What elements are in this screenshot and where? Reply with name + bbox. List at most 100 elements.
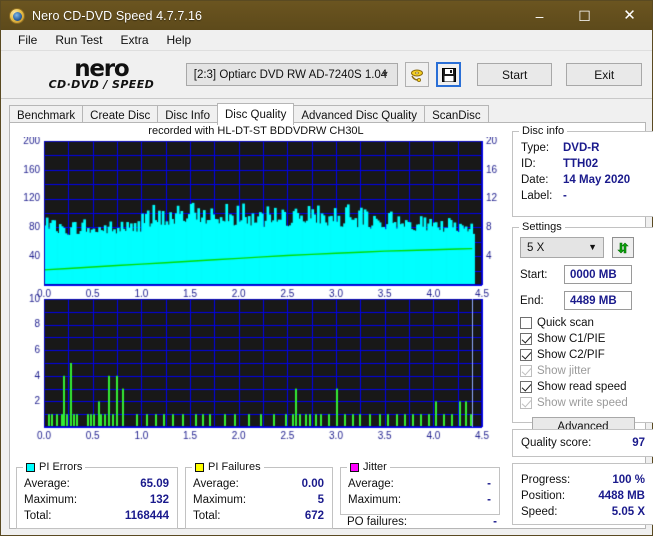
position-value: 4488 MB <box>598 490 645 502</box>
po-failures-label: PO failures: <box>347 516 408 528</box>
eject-disc-button[interactable] <box>404 62 430 87</box>
jitter-average-value: - <box>487 478 491 490</box>
speed-select[interactable]: 5 X ▼ <box>520 237 604 258</box>
disc-quality-panel: recorded with HL-DT-ST BDDVDRW CH30L Dis… <box>9 122 653 529</box>
jitter-maximum-label: Maximum: <box>348 494 402 506</box>
pi-errors-average-value: 65.09 <box>140 478 169 490</box>
show-read-speed-checkbox[interactable] <box>520 381 532 393</box>
pi-errors-total-value: 1168444 <box>124 510 169 522</box>
disc-date-value: 14 May 2020 <box>563 174 631 186</box>
pi-failures-average-row: Average: 0.00 <box>193 476 324 492</box>
quality-score-value: 97 <box>632 437 645 449</box>
disc-id-label: ID: <box>521 158 536 170</box>
jitter-group: Jitter Average: - Maximum: - <box>340 461 500 515</box>
close-button[interactable]: ✕ <box>607 1 652 30</box>
pi-errors-caption-text: PI Errors <box>39 461 83 473</box>
pi-failures-color-swatch <box>195 462 204 472</box>
po-failures-row: PO failures: - <box>347 516 497 528</box>
pi-errors-maximum-value: 132 <box>149 494 169 506</box>
menu-item-run-test[interactable]: Run Test <box>46 31 111 50</box>
show-c1-pie-label: Show C1/PIE <box>537 333 606 345</box>
quick-scan-label: Quick scan <box>537 317 594 329</box>
pi-errors-maximum-row: Maximum: 132 <box>24 492 169 508</box>
logo-line-1: nero <box>74 55 130 82</box>
start-field-row: Start: 0000 MB <box>520 265 646 284</box>
start-label: Start: <box>520 268 548 281</box>
progress-group: Progress: 100 % Position: 4488 MB Speed:… <box>512 463 653 525</box>
speed-label: Speed: <box>521 506 558 518</box>
window-title: Nero CD-DVD Speed 4.7.7.16 <box>32 8 203 23</box>
window-controls: – ☐ ✕ <box>517 1 652 30</box>
title-bar: Nero CD-DVD Speed 4.7.7.16 – ☐ ✕ <box>1 1 652 30</box>
end-field-row: End: 4489 MB <box>520 291 646 310</box>
quality-score-label: Quality score: <box>521 437 592 449</box>
exit-button[interactable]: Exit <box>566 63 643 86</box>
refresh-arrows-icon <box>617 242 629 253</box>
maximize-button[interactable]: ☐ <box>562 1 607 30</box>
progress-value: 100 % <box>612 474 645 486</box>
start-input[interactable]: 0000 MB <box>564 265 632 284</box>
pi-failures-group: PI Failures Average: 0.00 Maximum: 5 Tot… <box>185 461 333 529</box>
toolbar: nero CD·DVD ∕ SPEED [2:3] Optiarc DVD RW… <box>1 51 652 99</box>
pi-failures-total-row: Total: 672 <box>193 508 324 524</box>
pi-failures-caption-text: PI Failures <box>208 461 261 473</box>
disc-type-label: Type: <box>521 142 550 154</box>
pi-failures-maximum-row: Maximum: 5 <box>193 492 324 508</box>
menu-item-help[interactable]: Help <box>158 31 201 50</box>
chevron-down-icon: ▼ <box>380 68 390 79</box>
pi-failures-total-label: Total: <box>193 510 221 522</box>
minimize-button[interactable]: – <box>517 1 562 30</box>
pi-failures-average-label: Average: <box>193 478 239 490</box>
quick-scan-checkbox[interactable] <box>520 317 532 329</box>
pi-failures-average-value: 0.00 <box>301 478 324 490</box>
logo-line-2: CD·DVD ∕ SPEED <box>48 77 155 91</box>
settings-caption: Settings <box>519 221 565 233</box>
save-floppy-icon <box>441 67 456 82</box>
pi-failures-caption: PI Failures <box>192 461 264 473</box>
charts-area: recorded with HL-DT-ST BDDVDRW CH30L <box>10 123 502 463</box>
show-c2-pif-checkbox[interactable] <box>520 349 532 361</box>
menu-item-extra[interactable]: Extra <box>111 31 157 50</box>
disc-type-value: DVD-R <box>563 142 600 154</box>
speed-select-value: 5 X <box>527 241 545 254</box>
settings-group: Settings 5 X ▼ Start: 0000 MB End: 4489 … <box>512 221 653 437</box>
pi-failures-maximum-label: Maximum: <box>193 494 247 506</box>
jitter-caption-text: Jitter <box>363 461 387 473</box>
pi-errors-total-row: Total: 1168444 <box>24 508 169 524</box>
app-window: Nero CD-DVD Speed 4.7.7.16 – ☐ ✕ File Ru… <box>0 0 653 536</box>
nero-disc-icon <box>9 7 25 24</box>
quality-score-group: Quality score: 97 <box>512 429 653 457</box>
disc-label-value: - <box>563 190 567 202</box>
speed-row: Speed: 5.05 X <box>521 504 645 520</box>
jitter-average-row: Average: - <box>348 476 491 492</box>
disc-info-row-label: Label: - <box>521 188 645 204</box>
drive-select[interactable]: [2:3] Optiarc DVD RW AD-7240S 1.04 ▼ <box>185 63 398 86</box>
tab-disc-quality[interactable]: Disc Quality <box>217 103 295 125</box>
pi-errors-group: PI Errors Average: 65.09 Maximum: 132 To… <box>16 461 178 529</box>
disc-info-row-type: Type: DVD-R <box>521 140 645 156</box>
position-label: Position: <box>521 490 566 502</box>
end-input[interactable]: 4489 MB <box>564 291 632 310</box>
show-c1-pie-checkbox[interactable] <box>520 333 532 345</box>
checkbox-row-show-c1-pie[interactable]: Show C1/PIE <box>520 333 646 345</box>
refresh-button[interactable] <box>612 237 634 258</box>
start-button[interactable]: Start <box>476 63 553 86</box>
disc-label-label: Label: <box>521 190 553 202</box>
po-failures-value: - <box>493 516 497 528</box>
disc-id-value: TTH02 <box>563 158 599 170</box>
quality-score-row: Quality score: 97 <box>521 435 645 451</box>
position-row: Position: 4488 MB <box>521 488 645 504</box>
checkbox-row-show-read-speed[interactable]: Show read speed <box>520 381 646 393</box>
show-write-speed-label: Show write speed <box>537 397 628 409</box>
jitter-average-label: Average: <box>348 478 394 490</box>
jitter-color-swatch <box>350 462 359 472</box>
nero-logo: nero CD·DVD ∕ SPEED <box>33 55 170 91</box>
drive-select-value: [2:3] Optiarc DVD RW AD-7240S 1.04 <box>193 68 388 81</box>
checkbox-row-show-c2-pif[interactable]: Show C2/PIF <box>520 349 646 361</box>
checkbox-row-quick-scan[interactable]: Quick scan <box>520 317 646 329</box>
save-results-button[interactable] <box>436 62 461 87</box>
chart-title: recorded with HL-DT-ST BDDVDRW CH30L <box>148 125 364 137</box>
pi-errors-average-label: Average: <box>24 478 70 490</box>
end-label: End: <box>520 294 544 307</box>
menu-item-file[interactable]: File <box>9 31 46 50</box>
